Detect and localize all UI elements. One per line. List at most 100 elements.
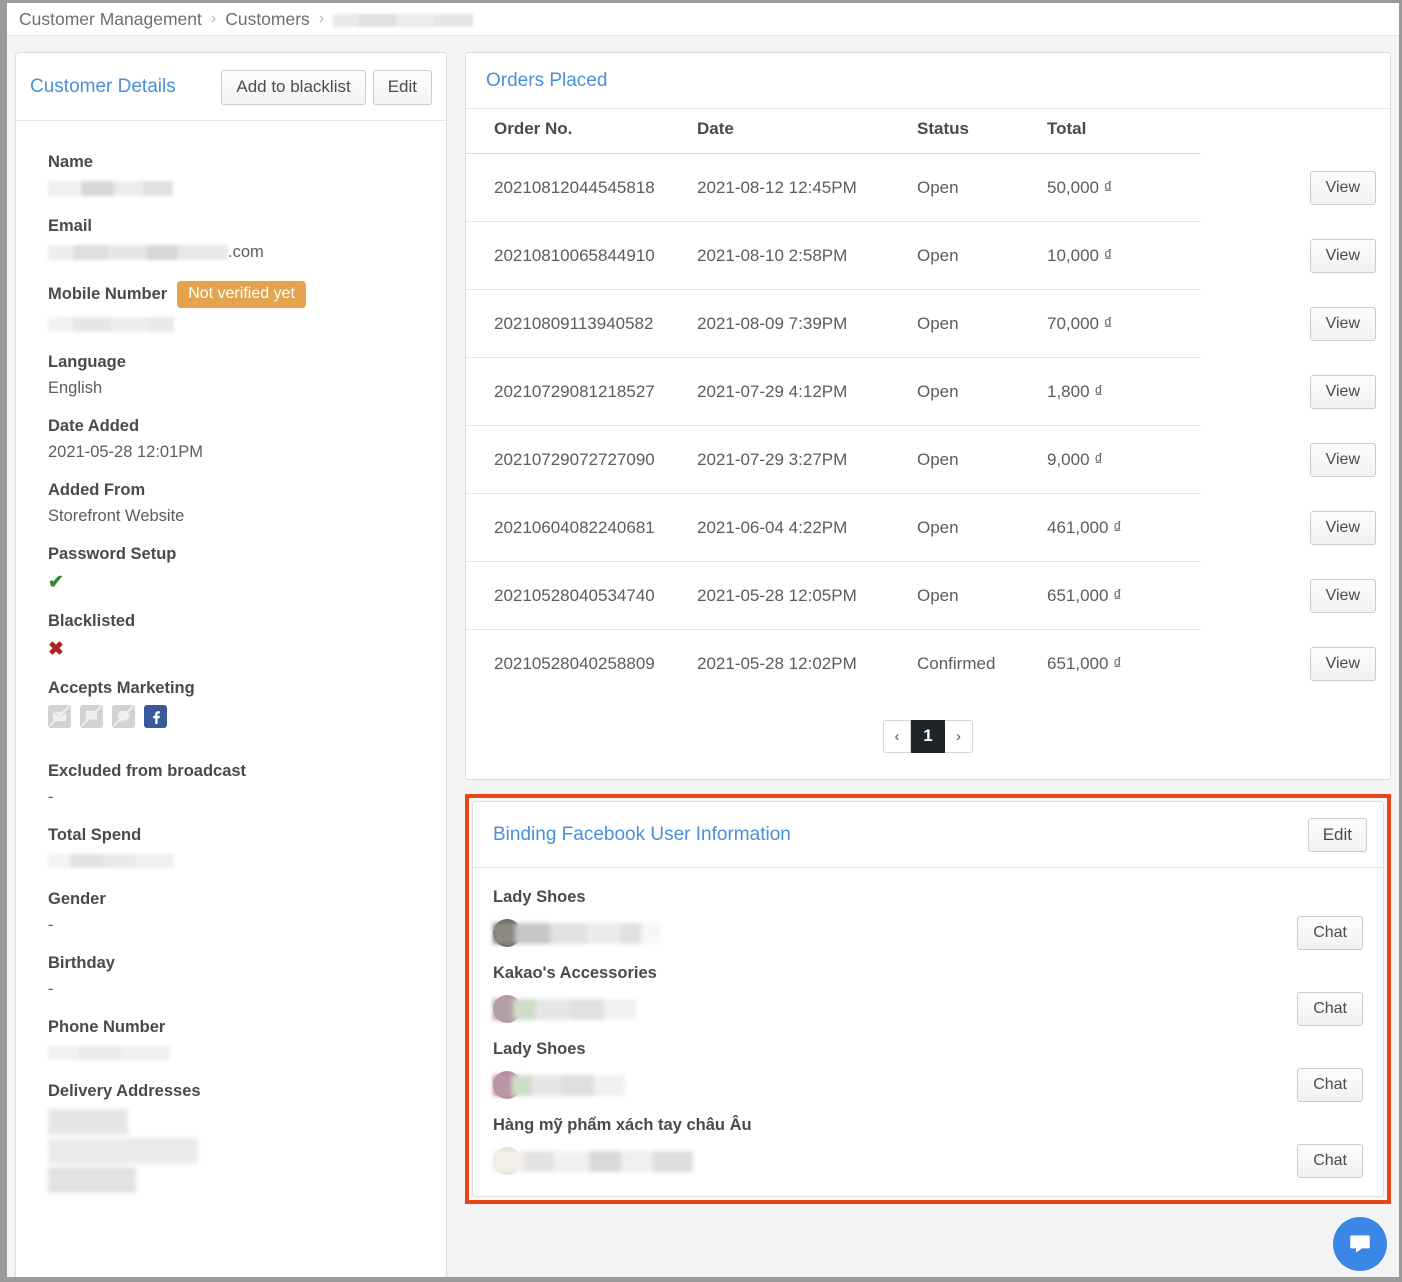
binding-user-line: Chat	[493, 992, 1363, 1027]
delivery-addresses-label: Delivery Addresses	[48, 1081, 201, 1100]
field-name: Name	[48, 153, 414, 199]
total-spend-redacted	[48, 854, 174, 869]
table-row: 20210810065844910 2021-08-10 2:58PM Open…	[466, 221, 1390, 290]
chat-button[interactable]: Chat	[1297, 992, 1363, 1027]
cell-actions: View	[1201, 154, 1390, 222]
binding-page-name: Lady Shoes	[493, 1040, 586, 1059]
cell-date: 2021-08-10 2:58PM	[691, 221, 911, 290]
binding-user-line: Chat	[493, 1068, 1363, 1103]
binding-user	[493, 918, 661, 948]
chat-button[interactable]: Chat	[1297, 1068, 1363, 1103]
binding-facebook-header: Binding Facebook User Information Edit	[473, 802, 1383, 869]
view-order-button[interactable]: View	[1309, 374, 1376, 409]
cell-total: 9,000 ₫	[1041, 425, 1201, 494]
cell-status: Confirmed	[917, 653, 996, 673]
column-header-actions	[1201, 108, 1390, 154]
view-order-button[interactable]: View	[1309, 646, 1376, 681]
field-date-added: Date Added 2021-05-28 12:01PM	[48, 417, 414, 463]
view-order-button[interactable]: View	[1309, 238, 1376, 273]
language-label: Language	[48, 352, 126, 371]
cell-date: 2021-05-28 12:05PM	[691, 561, 911, 630]
cell-order-no: 20210810065844910	[466, 221, 691, 290]
cell-actions: View	[1201, 426, 1390, 494]
binding-facebook-title: Binding Facebook User Information	[493, 823, 791, 845]
chat-button[interactable]: Chat	[1297, 916, 1363, 951]
cell-total: 651,000 ₫	[1047, 653, 1122, 673]
field-birthday: Birthday -	[48, 954, 414, 1000]
pagination-prev-chevron-icon[interactable]: ‹	[883, 719, 911, 753]
view-order-button[interactable]: View	[1309, 510, 1376, 545]
field-blacklisted: Blacklisted ✖	[48, 612, 414, 661]
name-redacted	[48, 180, 173, 196]
field-phone-number: Phone Number	[48, 1018, 414, 1064]
name-label: Name	[48, 152, 93, 171]
field-language: Language English	[48, 353, 414, 399]
left-column: Customer Details Add to blacklist Edit N…	[15, 52, 447, 1277]
cell-total: 70,000 ₫	[1041, 289, 1201, 358]
customer-details-card: Customer Details Add to blacklist Edit N…	[15, 52, 447, 1277]
excluded-from-broadcast-value: -	[48, 787, 54, 806]
binding-user	[493, 994, 635, 1024]
chat-button[interactable]: Chat	[1297, 1144, 1363, 1179]
cell-total: 1,800 ₫	[1041, 357, 1201, 426]
breadcrumb: Customer Management › Customers ›	[7, 3, 1399, 36]
cell-date: 2021-07-29 4:12PM	[691, 357, 911, 426]
cell-total: 651,000 ₫	[1041, 561, 1201, 630]
cell-order-no: 20210809113940582	[466, 289, 691, 358]
table-row: 20210604082240681 2021-06-04 4:22PM Open…	[466, 493, 1390, 562]
column-header-date: Date	[691, 108, 911, 154]
added-from-label: Added From	[48, 480, 146, 499]
mobile-number-redacted	[48, 316, 174, 332]
add-to-blacklist-button[interactable]: Add to blacklist	[221, 70, 366, 105]
cell-actions: View	[1201, 562, 1390, 630]
intercom-chat-launcher[interactable]	[1333, 1217, 1387, 1271]
cell-status: Open	[911, 221, 1041, 290]
breadcrumb-item-customers[interactable]: Customers	[225, 9, 310, 30]
mobile-not-verified-badge: Not verified yet	[177, 280, 306, 308]
cell-status: Open	[911, 153, 1041, 222]
date-added-label: Date Added	[48, 416, 140, 435]
cell-status: Open	[911, 357, 1041, 426]
blacklisted-cross-icon: ✖	[48, 638, 64, 660]
email-suffix: .com	[228, 242, 264, 261]
pagination-page-1[interactable]: 1	[911, 719, 945, 753]
pagination-next-chevron-icon[interactable]: ›	[945, 719, 973, 753]
edit-customer-button[interactable]: Edit	[372, 70, 432, 105]
customer-details-body: Name Email .com Mobile Number Not verifi…	[16, 121, 446, 1217]
field-password-setup: Password Setup ✔	[48, 545, 414, 594]
view-order-button[interactable]: View	[1309, 442, 1376, 477]
binding-user-line: Chat	[493, 916, 1363, 951]
orders-table-header: Order No. Date Status Total	[466, 108, 1390, 154]
binding-facebook-body: Lady Shoes Chat Kakao's Accessories Chat…	[473, 868, 1383, 1196]
name-value	[48, 179, 414, 199]
field-accepts-marketing: Accepts Marketing	[48, 679, 414, 728]
password-setup-label: Password Setup	[48, 544, 177, 563]
birthday-label: Birthday	[48, 953, 115, 972]
breadcrumb-item-customer-name-redacted	[333, 13, 474, 27]
binding-user	[493, 1146, 693, 1176]
cell-order-no: 20210528040258809	[494, 653, 655, 673]
binding-user-name-redacted	[493, 1150, 693, 1172]
breadcrumb-item-customer-management[interactable]: Customer Management	[19, 9, 202, 30]
right-column: Orders Placed Order No. Date Status Tota…	[465, 52, 1391, 1205]
date-added-value: 2021-05-28 12:01PM	[48, 442, 204, 461]
binding-user-line: Chat	[493, 1144, 1363, 1179]
edit-binding-button[interactable]: Edit	[1307, 817, 1367, 853]
view-order-button[interactable]: View	[1309, 170, 1376, 205]
orders-header-row: Order No. Date Status Total	[466, 108, 1390, 154]
blacklisted-label: Blacklisted	[48, 611, 136, 630]
gender-value: -	[48, 915, 54, 934]
cell-total: 50,000 ₫	[1041, 153, 1201, 222]
mobile-number-label: Mobile Number Not verified yet	[48, 280, 414, 308]
cell-order-no: 20210729081218527	[466, 357, 691, 426]
cell-status: Open	[911, 561, 1041, 630]
view-order-button[interactable]: View	[1309, 578, 1376, 613]
phone-number-label: Phone Number	[48, 1017, 166, 1036]
binding-user-name-redacted	[493, 998, 635, 1020]
address-line-redacted-2	[48, 1137, 198, 1164]
customer-details-title: Customer Details	[30, 76, 176, 98]
view-order-button[interactable]: View	[1309, 306, 1376, 341]
breadcrumb-separator-icon-2: ›	[318, 10, 325, 27]
cell-total: 461,000 ₫	[1041, 493, 1201, 562]
cell-date: 2021-08-09 7:39PM	[691, 289, 911, 358]
